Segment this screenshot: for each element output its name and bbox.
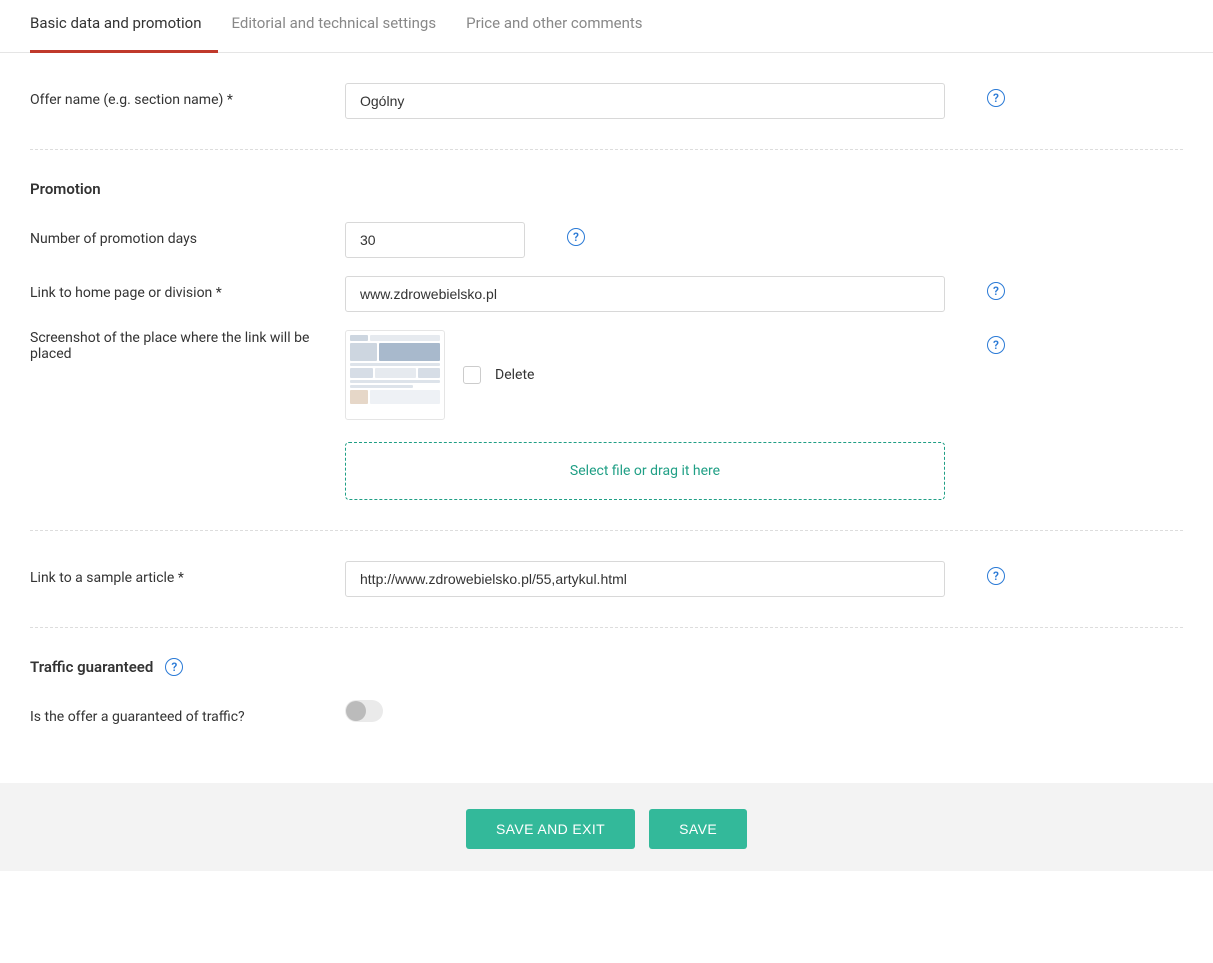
row-home-link: Link to home page or division * ? (30, 276, 1183, 312)
row-traffic-toggle: Is the offer a guaranteed of traffic? (30, 700, 1183, 725)
promotion-heading: Promotion (30, 180, 1183, 198)
footer-actions: SAVE AND EXIT SAVE (0, 783, 1213, 871)
row-offer-name: Offer name (e.g. section name) * ? (30, 83, 1183, 119)
save-and-exit-button[interactable]: SAVE AND EXIT (466, 809, 635, 849)
help-icon[interactable]: ? (987, 567, 1005, 585)
traffic-guarantee-toggle[interactable] (345, 700, 383, 722)
screenshot-thumbnail[interactable] (345, 330, 445, 420)
sample-article-input[interactable] (345, 561, 945, 597)
delete-checkbox[interactable] (463, 366, 481, 384)
row-sample-article: Link to a sample article * ? (30, 561, 1183, 597)
promotion-days-input[interactable] (345, 222, 525, 258)
help-icon[interactable]: ? (165, 658, 183, 676)
toggle-knob (346, 701, 366, 721)
tab-price-comments[interactable]: Price and other comments (466, 0, 658, 53)
divider (30, 627, 1183, 628)
form-content: Offer name (e.g. section name) * ? Promo… (0, 53, 1213, 773)
row-screenshot: Screenshot of the place where the link w… (30, 330, 1183, 500)
offer-name-label: Offer name (e.g. section name) * (30, 83, 345, 108)
offer-name-input[interactable] (345, 83, 945, 119)
tab-editorial-settings[interactable]: Editorial and technical settings (232, 0, 453, 53)
file-dropzone[interactable]: Select file or drag it here (345, 442, 945, 500)
traffic-heading: Traffic guaranteed ? (30, 658, 1183, 676)
screenshot-label: Screenshot of the place where the link w… (30, 330, 345, 362)
home-link-input[interactable] (345, 276, 945, 312)
tabs: Basic data and promotion Editorial and t… (0, 0, 1213, 53)
help-icon[interactable]: ? (987, 336, 1005, 354)
traffic-heading-text: Traffic guaranteed (30, 658, 153, 676)
promotion-days-label: Number of promotion days (30, 222, 345, 247)
divider (30, 530, 1183, 531)
save-button[interactable]: SAVE (649, 809, 747, 849)
help-icon[interactable]: ? (567, 228, 585, 246)
help-icon[interactable]: ? (987, 89, 1005, 107)
delete-label: Delete (495, 367, 534, 383)
tab-basic-data[interactable]: Basic data and promotion (30, 0, 218, 53)
divider (30, 149, 1183, 150)
row-promotion-days: Number of promotion days ? (30, 222, 1183, 258)
help-icon[interactable]: ? (987, 282, 1005, 300)
sample-article-label: Link to a sample article * (30, 561, 345, 586)
home-link-label: Link to home page or division * (30, 276, 345, 301)
traffic-toggle-label: Is the offer a guaranteed of traffic? (30, 700, 345, 725)
